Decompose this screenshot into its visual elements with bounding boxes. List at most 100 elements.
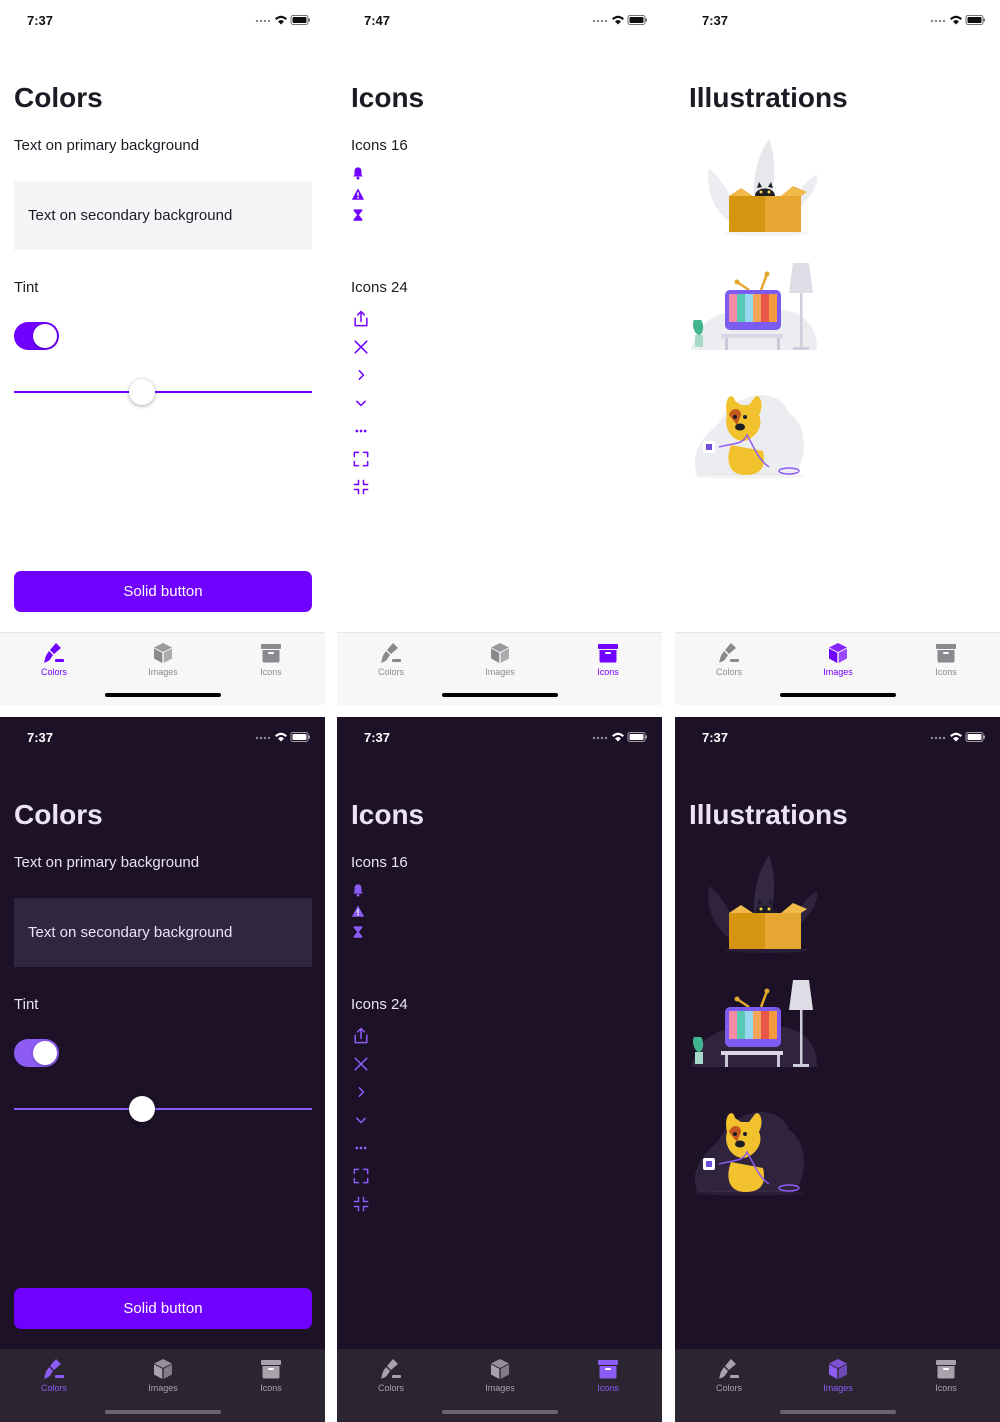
archive-icon [596,641,620,665]
tab-icons[interactable]: Icons [236,641,306,677]
tint-slider[interactable] [14,1096,312,1122]
tab-label: Colors [377,1383,404,1393]
tab-colors[interactable]: Colors [356,1357,426,1393]
tab-bar: Colors Images Icons [337,632,662,705]
dog-with-cable-illustration [689,1100,821,1204]
warning-icon [351,187,365,201]
page-title: Colors [14,799,103,830]
tint-label: Tint [14,279,39,296]
tint-slider[interactable] [14,379,312,405]
tint-toggle[interactable] [14,1039,59,1067]
status-indicators-icon [254,13,312,27]
tab-icons[interactable]: Icons [911,641,981,677]
icons16-label: Icons 16 [351,137,408,154]
dog-with-cable-illustration [689,383,821,487]
tab-bar: Colors Images Icons [675,1349,1000,1422]
hourglass-icon [351,208,365,222]
tab-colors[interactable]: Colors [19,641,89,677]
tab-label: Images [148,667,178,677]
illustrations-screen-light: 7:37 Illustrations Colors Images Icons [675,0,1000,705]
tab-colors[interactable]: Colors [19,1357,89,1393]
colors-screen-light: 7:37 Colors Text on primary background T… [0,0,325,705]
chevron-right-icon [351,1082,371,1102]
tab-images[interactable]: Images [803,1357,873,1393]
tint-label: Tint [14,996,39,1013]
tab-images[interactable]: Images [128,1357,198,1393]
secondary-background-box: Text on secondary background [14,181,312,250]
icons24-label: Icons 24 [351,996,408,1013]
toggle-knob [33,324,57,348]
exit-fullscreen-icon [351,1194,371,1214]
tab-images[interactable]: Images [128,641,198,677]
secondary-background-text: Text on secondary background [28,207,233,224]
home-indicator [780,693,896,697]
tab-colors[interactable]: Colors [694,1357,764,1393]
chevron-right-icon [351,365,371,385]
slider-thumb[interactable] [129,379,156,405]
tab-colors[interactable]: Colors [694,641,764,677]
home-indicator [105,1410,221,1414]
chevron-down-icon [351,393,371,413]
tab-images[interactable]: Images [803,641,873,677]
slider-thumb[interactable] [129,1096,156,1122]
status-bar: 7:37 [0,717,325,757]
tab-images[interactable]: Images [465,1357,535,1393]
status-bar: 7:37 [337,717,662,757]
brush-icon [379,641,403,665]
icons-screen-light: 7:47 Icons Icons 16 Icons 24 Colors Imag… [337,0,662,705]
status-indicators-icon [591,730,649,744]
tab-bar: Colors Images Icons [0,1349,325,1422]
status-time: 7:37 [27,13,54,28]
status-bar: 7:37 [675,0,1000,40]
close-icon [351,337,371,357]
colors-screen-dark: 7:37 Colors Text on primary background T… [0,717,325,1422]
tab-label: Colors [715,667,742,677]
page-title: Illustrations [689,82,848,113]
chevron-down-icon [351,1110,371,1130]
secondary-background-text: Text on secondary background [28,924,233,941]
cube-icon [488,1357,512,1381]
share-icon [351,309,371,329]
fullscreen-icon [351,1166,371,1186]
tab-icons[interactable]: Icons [573,1357,643,1393]
exit-fullscreen-icon [351,477,371,497]
archive-icon [259,1357,283,1381]
tab-icons[interactable]: Icons [573,641,643,677]
tab-label: Colors [377,667,404,677]
page-title: Icons [351,82,425,113]
solid-button[interactable]: Solid button [14,1288,312,1329]
bell-icon [351,883,365,897]
brush-icon [42,1357,66,1381]
hourglass-icon [351,925,365,939]
tab-label: Images [823,667,853,677]
status-time: 7:37 [27,730,54,745]
page-title: Colors [14,82,103,113]
archive-icon [934,641,958,665]
warning-icon [351,904,365,918]
cube-icon [151,1357,175,1381]
tab-label: Images [823,1383,853,1393]
tab-icons[interactable]: Icons [236,1357,306,1393]
tab-colors[interactable]: Colors [356,641,426,677]
brush-icon [717,1357,741,1381]
status-time: 7:37 [364,730,391,745]
tab-label: Icons [935,667,957,677]
close-icon [351,1054,371,1074]
home-indicator [442,693,558,697]
solid-button[interactable]: Solid button [14,571,312,612]
tab-bar: Colors Images Icons [675,632,1000,705]
brush-icon [379,1357,403,1381]
tint-toggle[interactable] [14,322,59,350]
tab-label: Icons [260,667,282,677]
icons16-label: Icons 16 [351,854,408,871]
status-time: 7:37 [702,730,729,745]
status-bar: 7:37 [0,0,325,40]
primary-background-text: Text on primary background [14,137,200,154]
tab-icons[interactable]: Icons [911,1357,981,1393]
archive-icon [934,1357,958,1381]
tab-label: Colors [40,1383,67,1393]
tab-images[interactable]: Images [465,641,535,677]
cube-icon [826,1357,850,1381]
archive-icon [596,1357,620,1381]
tab-label: Images [485,1383,515,1393]
